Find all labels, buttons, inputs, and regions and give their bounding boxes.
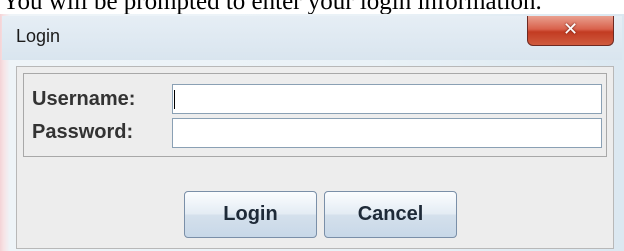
close-button[interactable]: ✕: [527, 16, 614, 46]
username-label: Username:: [32, 88, 136, 110]
password-input[interactable]: [172, 118, 602, 148]
dialog-content: Username: Password: Login Cancel: [16, 66, 614, 249]
credentials-panel: Username: Password:: [23, 73, 607, 157]
username-input[interactable]: [172, 84, 602, 114]
password-label: Password:: [32, 121, 134, 143]
close-icon: ✕: [562, 19, 579, 40]
button-row: Login Cancel: [23, 163, 607, 238]
cancel-button[interactable]: Cancel: [324, 191, 457, 238]
login-dialog: Login ✕ Username: Password: Login Cancel: [2, 16, 622, 249]
dialog-title: Login: [16, 26, 61, 46]
login-button[interactable]: Login: [184, 191, 317, 238]
text-caret: [174, 90, 175, 109]
title-bar[interactable]: Login ✕: [2, 16, 622, 60]
